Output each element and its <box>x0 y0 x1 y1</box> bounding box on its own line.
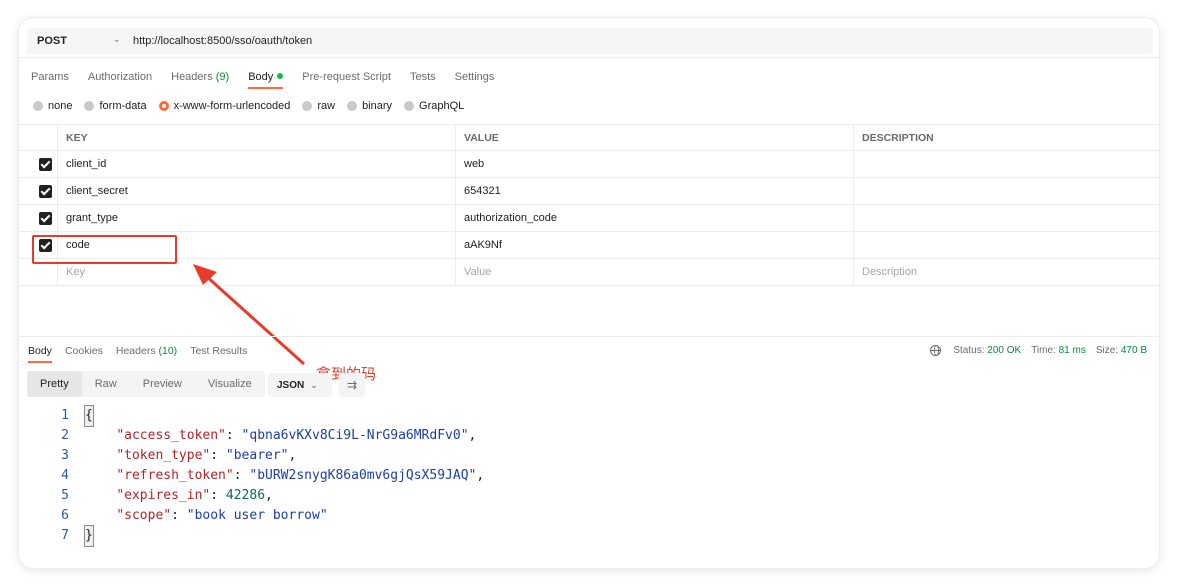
postman-window: POST ⌄ http://localhost:8500/sso/oauth/t… <box>19 18 1159 568</box>
size-value[interactable]: 470 B <box>1121 345 1147 356</box>
json-key: "access_token" <box>116 428 226 443</box>
view-raw[interactable]: Raw <box>82 371 130 397</box>
response-meta: Status: 200 OK Time: 81 ms Size: 470 B <box>930 345 1147 356</box>
response-headers-count: (10) <box>158 345 178 357</box>
response-tab-cookies[interactable]: Cookies <box>65 345 103 357</box>
json-key: "token_type" <box>116 448 211 463</box>
status-label: Status: <box>953 345 985 356</box>
line-number: 1 <box>61 408 69 423</box>
code-line: 1{ <box>19 405 1159 427</box>
line-number: 2 <box>61 428 69 443</box>
json-key: "refresh_token" <box>116 468 234 483</box>
json-brace: } <box>84 525 94 547</box>
json-string-value: "qbna6vKXv8Ci9L-NrG9a6MRdFv0" <box>241 428 469 443</box>
json-key: "scope" <box>116 508 172 523</box>
line-number: 5 <box>61 488 69 503</box>
json-number-value: 42286 <box>225 488 266 503</box>
view-preview[interactable]: Preview <box>130 371 195 397</box>
code-line: 3 "token_type": "bearer", <box>19 446 1159 466</box>
code-line: 2 "access_token": "qbna6vKXv8Ci9L-NrG9a6… <box>19 426 1159 446</box>
response-tab-headers[interactable]: Headers (10) <box>116 345 177 357</box>
size-label: Size: <box>1095 345 1119 356</box>
wrap-lines-icon[interactable]: ⇉ <box>339 373 365 397</box>
format-select[interactable]: JSON ⌄ <box>268 373 332 397</box>
response-divider <box>19 336 1159 337</box>
status-value[interactable]: 200 OK <box>987 345 1021 356</box>
globe-icon[interactable] <box>930 345 942 356</box>
response-tabs: Body Cookies Headers (10) Test Results <box>28 345 260 363</box>
time-value[interactable]: 81 ms <box>1059 345 1086 356</box>
response-tab-test-results[interactable]: Test Results <box>190 345 247 357</box>
code-line: 4 "refresh_token": "bURW2snygK86a0mv6gjQ… <box>19 466 1159 486</box>
view-visualize[interactable]: Visualize <box>195 371 265 397</box>
response-view-switcher: Pretty Raw Preview Visualize <box>27 371 265 397</box>
code-line: 6 "scope": "book user borrow" <box>19 506 1159 526</box>
json-brace: { <box>84 405 94 427</box>
line-number: 6 <box>61 508 69 523</box>
code-line: 5 "expires_in": 42286, <box>19 486 1159 506</box>
response-json-viewer: 1{ 2 "access_token": "qbna6vKXv8Ci9L-NrG… <box>19 405 1159 547</box>
json-key: "expires_in" <box>116 488 211 503</box>
line-number: 7 <box>61 528 69 543</box>
response-tab-body[interactable]: Body <box>28 345 52 363</box>
view-pretty[interactable]: Pretty <box>27 371 82 397</box>
json-string-value: "book user borrow" <box>186 508 328 523</box>
json-string-value: "bURW2snygK86a0mv6gjQsX59JAQ" <box>249 468 477 483</box>
time-label: Time: <box>1031 345 1056 356</box>
line-number: 4 <box>61 468 69 483</box>
line-number: 3 <box>61 448 69 463</box>
chevron-down-icon: ⌄ <box>310 380 318 390</box>
code-line: 7} <box>19 525 1159 547</box>
json-string-value: "bearer" <box>225 448 289 463</box>
